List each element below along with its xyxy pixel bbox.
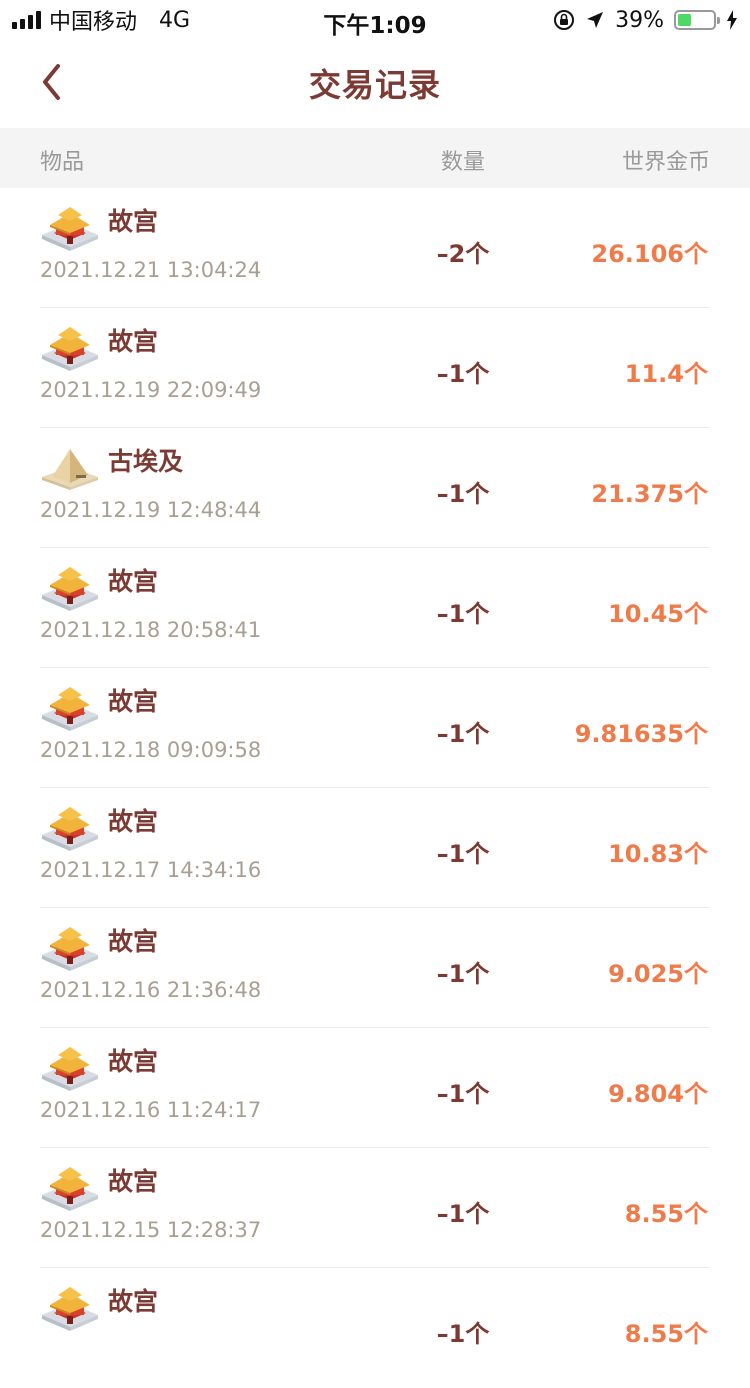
transaction-list[interactable]: 故宫 2021.12.21 13:04:24 –2个 26.106个 故宫 20…	[0, 188, 750, 1388]
charging-icon	[727, 10, 737, 30]
column-header-gold: 世界金币	[621, 150, 710, 175]
item-name: 故宫	[108, 927, 159, 956]
item-name: 故宫	[108, 807, 159, 836]
transaction-gold: 10.83个	[608, 840, 708, 868]
transaction-time: 2021.12.21 13:04:24	[40, 258, 262, 282]
transaction-quantity: –1个	[436, 1320, 490, 1348]
item-name: 故宫	[108, 687, 159, 716]
forbidden-city-icon	[40, 803, 100, 851]
transaction-time: 2021.12.19 22:09:49	[40, 378, 262, 402]
item-name: 古埃及	[108, 447, 184, 476]
transaction-quantity: –1个	[436, 1080, 490, 1108]
transaction-time: 2021.12.16 11:24:17	[40, 1098, 262, 1122]
item-name: 故宫	[108, 327, 159, 356]
transaction-quantity: –1个	[436, 720, 490, 748]
transaction-gold: 10.45个	[608, 600, 708, 628]
transaction-gold: 8.55个	[624, 1320, 708, 1348]
forbidden-city-icon	[40, 1043, 100, 1091]
forbidden-city-icon	[40, 683, 100, 731]
transaction-row[interactable]: 故宫 2021.12.15 12:28:37 –1个 8.55个	[0, 1148, 750, 1268]
transaction-time: 2021.12.15 12:28:37	[40, 1218, 262, 1242]
transaction-quantity: –1个	[436, 480, 490, 508]
transaction-row[interactable]: 故宫 2021.12.21 13:04:24 –2个 26.106个	[0, 188, 750, 308]
forbidden-city-icon	[40, 923, 100, 971]
item-name: 故宫	[108, 207, 159, 236]
transaction-row[interactable]: 故宫 2021.12.16 21:36:48 –1个 9.025个	[0, 908, 750, 1028]
status-bar: 中国移动 4G 下午1:09 39%	[0, 0, 750, 40]
transaction-row[interactable]: 故宫 2021.12.18 09:09:58 –1个 9.81635个	[0, 668, 750, 788]
item-name: 故宫	[108, 1287, 159, 1316]
status-right: 39%	[553, 6, 738, 34]
transaction-time: 2021.12.16 21:36:48	[40, 978, 262, 1002]
item-name: 故宫	[108, 1167, 159, 1196]
item-name: 故宫	[108, 567, 159, 596]
transaction-gold: 8.55个	[624, 1200, 708, 1228]
forbidden-city-icon	[40, 323, 100, 371]
column-header-quantity: 数量	[440, 150, 485, 175]
transaction-quantity: –1个	[436, 960, 490, 988]
transaction-time: 2021.12.18 09:09:58	[40, 738, 262, 762]
transaction-time: 2021.12.19 12:48:44	[40, 498, 262, 522]
transaction-gold: 9.025个	[608, 960, 708, 988]
column-header-row: 物品 数量 世界金币	[0, 128, 750, 188]
item-name: 故宫	[108, 1047, 159, 1076]
transaction-gold: 26.106个	[591, 240, 708, 268]
pyramid-icon	[40, 443, 100, 491]
battery-percent: 39%	[615, 7, 664, 33]
page-title: 交易记录	[308, 66, 441, 104]
transaction-time: 2021.12.18 20:58:41	[40, 618, 262, 642]
transaction-quantity: –1个	[436, 840, 490, 868]
forbidden-city-icon	[40, 203, 100, 251]
location-icon	[587, 12, 604, 28]
forbidden-city-icon	[40, 1283, 100, 1331]
transaction-row[interactable]: 故宫 –1个 8.55个	[0, 1268, 750, 1388]
transaction-row[interactable]: 故宫 2021.12.16 11:24:17 –1个 9.804个	[0, 1028, 750, 1148]
orientation-lock-icon	[554, 10, 575, 30]
transaction-gold: 9.81635个	[574, 720, 708, 748]
nav-bar: 交易记录	[0, 40, 750, 128]
battery-fill	[678, 14, 691, 26]
transaction-quantity: –2个	[436, 240, 490, 268]
transaction-row[interactable]: 故宫 2021.12.19 22:09:49 –1个 11.4个	[0, 308, 750, 428]
transaction-row[interactable]: 故宫 2021.12.18 20:58:41 –1个 10.45个	[0, 548, 750, 668]
forbidden-city-icon	[40, 1163, 100, 1211]
transaction-gold: 11.4个	[624, 360, 708, 388]
transaction-gold: 9.804个	[608, 1080, 708, 1108]
transaction-quantity: –1个	[436, 600, 490, 628]
transaction-row[interactable]: 古埃及 2021.12.19 12:48:44 –1个 21.375个	[0, 428, 750, 548]
transaction-time: 2021.12.17 14:34:16	[40, 858, 262, 882]
battery-icon	[674, 10, 720, 30]
column-header-item: 物品	[40, 150, 85, 175]
transaction-quantity: –1个	[436, 360, 490, 388]
transaction-gold: 21.375个	[591, 480, 708, 508]
transaction-row[interactable]: 故宫 2021.12.17 14:34:16 –1个 10.83个	[0, 788, 750, 908]
forbidden-city-icon	[40, 563, 100, 611]
transaction-quantity: –1个	[436, 1200, 490, 1228]
